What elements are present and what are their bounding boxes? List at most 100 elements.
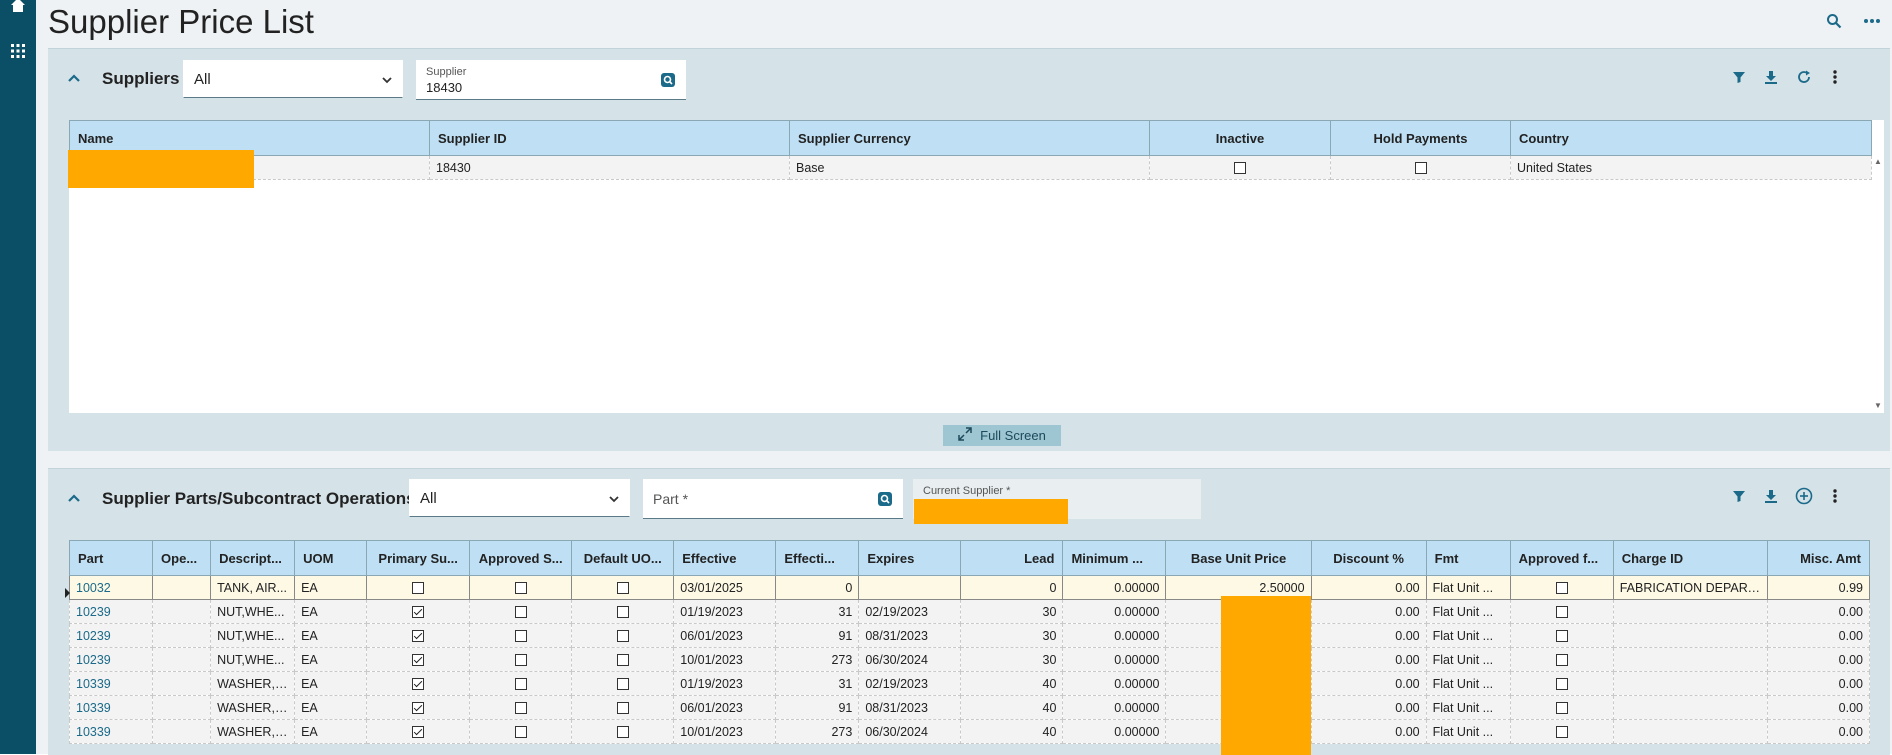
cell-charge-id[interactable] <box>1612 623 1768 648</box>
inactive-checkbox[interactable] <box>1234 162 1246 175</box>
part-link[interactable]: 10239 <box>76 653 111 667</box>
cell-lead[interactable]: 40 <box>960 671 1064 696</box>
cell-charge-id[interactable] <box>1612 719 1768 744</box>
table-row[interactable]: 10339 WASHER, ... EA 01/19/2023 31 02/19/2023… <box>68 671 1871 696</box>
table-row[interactable]: 10239 NUT,WHE... EA 01/19/2023 31 02/19/2023 3… <box>68 599 1871 624</box>
cell-lead[interactable]: 30 <box>960 647 1064 672</box>
cell-approved-for[interactable] <box>1509 647 1614 672</box>
search-icon[interactable] <box>1823 10 1845 32</box>
cell-effective-days[interactable]: 31 <box>775 599 860 624</box>
checkbox[interactable] <box>514 654 527 667</box>
cell-default-uom[interactable] <box>571 719 675 744</box>
cell-effective-days[interactable]: 31 <box>775 671 860 696</box>
cell-description[interactable]: WASHER, ... <box>210 719 296 744</box>
checkbox[interactable] <box>616 630 629 643</box>
col-misc-amt[interactable]: Misc. Amt <box>1766 540 1871 576</box>
cell-country[interactable]: United States <box>1510 155 1872 180</box>
part-link[interactable]: 10339 <box>76 701 111 715</box>
col-part[interactable]: Part <box>68 540 154 576</box>
cell-discount[interactable]: 0.00 <box>1310 719 1427 744</box>
download-icon[interactable] <box>1760 485 1782 507</box>
cell-discount[interactable]: 0.00 <box>1310 599 1427 624</box>
col-fmt[interactable]: Fmt <box>1425 540 1511 576</box>
checkbox[interactable] <box>412 702 425 715</box>
home-icon[interactable] <box>6 0 30 16</box>
checkbox[interactable] <box>1555 702 1568 715</box>
cell-misc-amt[interactable]: 0.00 <box>1766 695 1871 720</box>
collapse-chevron-icon[interactable] <box>66 491 82 505</box>
cell-primary-supplier[interactable] <box>366 599 471 624</box>
cell-minimum[interactable]: 0.00000 <box>1062 599 1167 624</box>
cell-default-uom[interactable] <box>571 599 675 624</box>
add-icon[interactable] <box>1793 485 1815 507</box>
cell-description[interactable]: NUT,WHE... <box>210 623 296 648</box>
cell-effective-days[interactable]: 91 <box>775 623 860 648</box>
checkbox[interactable] <box>1555 726 1568 739</box>
part-link[interactable]: 10239 <box>76 629 111 643</box>
cell-misc-amt[interactable]: 0.00 <box>1766 719 1871 744</box>
filter-icon[interactable] <box>1728 66 1750 88</box>
cell-approved-for[interactable] <box>1509 671 1614 696</box>
cell-effective-days[interactable]: 0 <box>775 575 860 600</box>
col-approved-supplier[interactable]: Approved S... <box>469 540 573 576</box>
more-icon[interactable] <box>1824 485 1846 507</box>
col-effective-days[interactable]: Effecti... <box>775 540 860 576</box>
cell-effective[interactable]: 10/01/2023 <box>673 719 777 744</box>
checkbox[interactable] <box>616 654 629 667</box>
checkbox[interactable] <box>1555 630 1568 643</box>
cell-primary-supplier[interactable] <box>366 695 471 720</box>
cell-uom[interactable]: EA <box>294 719 368 744</box>
cell-discount[interactable]: 0.00 <box>1310 647 1427 672</box>
cell-lead[interactable]: 30 <box>960 599 1064 624</box>
col-operation[interactable]: Ope... <box>152 540 212 576</box>
cell-lead[interactable]: 0 <box>960 575 1064 600</box>
cell-expires[interactable]: 06/30/2024 <box>858 719 962 744</box>
col-uom[interactable]: UOM <box>294 540 368 576</box>
col-effective[interactable]: Effective <box>673 540 777 576</box>
scroll-down-icon[interactable]: ▼ <box>1874 401 1882 410</box>
cell-uom[interactable]: EA <box>294 671 368 696</box>
cell-primary-supplier[interactable] <box>366 575 471 600</box>
part-field[interactable]: Part * <box>643 479 903 519</box>
cell-misc-amt[interactable]: 0.99 <box>1766 575 1871 600</box>
checkbox[interactable] <box>412 630 425 643</box>
col-default-uom[interactable]: Default UO... <box>571 540 675 576</box>
table-row[interactable]: 10339 WASHER, ... EA 10/01/2023 273 06/30/202… <box>68 719 1871 744</box>
cell-discount[interactable]: 0.00 <box>1310 695 1427 720</box>
download-icon[interactable] <box>1760 66 1782 88</box>
cell-primary-supplier[interactable] <box>366 671 471 696</box>
checkbox[interactable] <box>1555 582 1568 595</box>
cell-fmt[interactable]: Flat Unit ... <box>1425 719 1511 744</box>
col-discount[interactable]: Discount % <box>1310 540 1427 576</box>
checkbox[interactable] <box>514 726 527 739</box>
cell-currency[interactable]: Base <box>789 155 1150 180</box>
cell-minimum[interactable]: 0.00000 <box>1062 695 1167 720</box>
cell-uom[interactable]: EA <box>294 647 368 672</box>
cell-effective[interactable]: 06/01/2023 <box>673 695 777 720</box>
apps-grid-icon[interactable] <box>6 40 30 62</box>
cell-minimum[interactable]: 0.00000 <box>1062 719 1167 744</box>
cell-approved-supplier[interactable] <box>469 647 573 672</box>
cell-lead[interactable]: 30 <box>960 623 1064 648</box>
cell-description[interactable]: WASHER, ... <box>210 695 296 720</box>
col-inactive[interactable]: Inactive <box>1149 120 1331 156</box>
cell-hold-payments[interactable] <box>1330 155 1511 180</box>
cell-misc-amt[interactable]: 0.00 <box>1766 599 1871 624</box>
cell-charge-id[interactable] <box>1612 647 1768 672</box>
cell-operation[interactable] <box>152 575 212 600</box>
cell-operation[interactable] <box>152 695 212 720</box>
col-minimum[interactable]: Minimum ... <box>1062 540 1167 576</box>
cell-misc-amt[interactable]: 0.00 <box>1766 623 1871 648</box>
cell-approved-supplier[interactable] <box>469 599 573 624</box>
collapse-chevron-icon[interactable] <box>66 71 82 85</box>
cell-operation[interactable] <box>152 599 212 624</box>
checkbox[interactable] <box>616 582 629 595</box>
cell-approved-for[interactable] <box>1509 623 1614 648</box>
lookup-search-icon[interactable] <box>877 491 893 507</box>
cell-fmt[interactable]: Flat Unit ... <box>1425 599 1511 624</box>
cell-uom[interactable]: EA <box>294 623 368 648</box>
cell-effective-days[interactable]: 91 <box>775 695 860 720</box>
cell-default-uom[interactable] <box>571 647 675 672</box>
checkbox[interactable] <box>412 606 425 619</box>
table-row[interactable]: 10239 NUT,WHE... EA 10/01/2023 273 06/30/2024… <box>68 647 1871 672</box>
